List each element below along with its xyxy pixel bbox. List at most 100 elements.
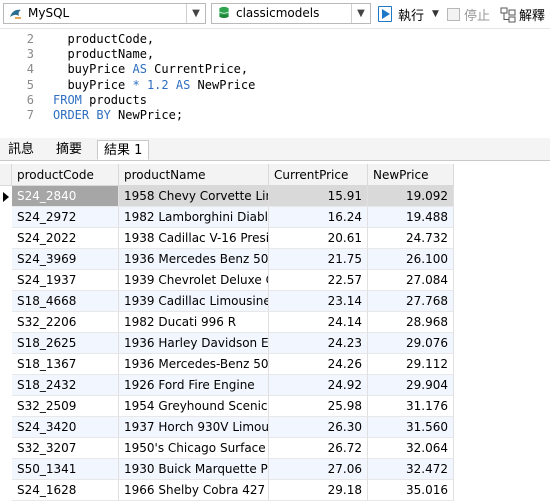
table-cell[interactable]: 29.112 [368,354,454,375]
tab-messages[interactable]: 訊息 [2,140,40,160]
table-cell[interactable]: S24_1937 [12,270,119,291]
row-indicator[interactable] [0,438,12,459]
column-header-newprice[interactable]: NewPrice [368,164,454,186]
table-cell[interactable]: S24_3420 [12,417,119,438]
table-cell[interactable]: 1958 Chevy Corvette Limited Edition [119,186,269,207]
table-cell[interactable]: 19.488 [368,207,454,228]
tab-result-1[interactable]: 結果 1 [97,140,150,160]
table-cell[interactable]: 1939 Cadillac Limousine [119,291,269,312]
row-indicator[interactable] [0,333,12,354]
line-number: 7 [26,108,34,122]
table-cell[interactable]: 26.30 [269,417,368,438]
table-cell[interactable]: 1954 Greyhound Scenicruiser [119,396,269,417]
explain-label: 解釋 [519,9,546,24]
table-cell[interactable]: S24_2022 [12,228,119,249]
table-cell[interactable]: 1926 Ford Fire Engine [119,375,269,396]
table-cell[interactable]: S32_2509 [12,396,119,417]
table-cell[interactable]: S32_3207 [12,438,119,459]
tab-label: 摘要 [56,142,83,157]
row-indicator[interactable] [0,417,12,438]
sql-editor[interactable]: 2 productCode, 3 productName, 4 buyPrice A… [0,29,550,135]
row-indicator[interactable] [0,354,12,375]
tab-summary[interactable]: 摘要 [50,140,88,160]
table-cell[interactable]: 31.176 [368,396,454,417]
table-cell[interactable]: S18_2625 [12,333,119,354]
table-cell[interactable]: 24.26 [269,354,368,375]
row-indicator[interactable] [0,270,12,291]
table-cell[interactable]: 1938 Cadillac V-16 Presidential Limousin… [119,228,269,249]
table-cell[interactable]: 1982 Lamborghini Diablo [119,207,269,228]
table-cell[interactable]: 1966 Shelby Cobra 427 S/C [119,480,269,501]
table-cell[interactable]: 19.092 [368,186,454,207]
table-cell[interactable]: 20.61 [269,228,368,249]
explain-button[interactable]: 解釋 [500,5,545,24]
table-cell[interactable]: 23.14 [269,291,368,312]
table-cell[interactable]: S24_2840 [12,186,119,207]
column-header-productcode[interactable]: productCode [12,164,119,186]
line-number: 5 [26,77,34,92]
column-header-productname[interactable]: productName [119,164,269,186]
table-cell[interactable]: 15.91 [269,186,368,207]
row-indicator[interactable] [0,459,12,480]
table-cell[interactable]: 29.076 [368,333,454,354]
table-cell[interactable]: 22.57 [269,270,368,291]
table-cell[interactable]: 32.472 [368,459,454,480]
line-number: 4 [26,62,34,77]
table-cell[interactable]: 16.24 [269,207,368,228]
table-cell[interactable]: 27.06 [269,459,368,480]
row-indicator[interactable] [0,249,12,270]
table-cell[interactable]: 32.064 [368,438,454,459]
table-cell[interactable]: S32_2206 [12,312,119,333]
table-cell[interactable]: S24_3969 [12,249,119,270]
table-cell[interactable]: 26.100 [368,249,454,270]
line-number: 2 [26,32,34,46]
row-indicator[interactable] [0,396,12,417]
table-cell[interactable]: S18_1367 [12,354,119,375]
row-indicator[interactable] [0,186,12,207]
row-indicator[interactable] [0,312,12,333]
table-cell[interactable]: 1936 Harley Davidson El Knucklehead [119,333,269,354]
table-cell[interactable]: 24.23 [269,333,368,354]
table-cell[interactable]: S24_2972 [12,207,119,228]
table-cell[interactable]: 1936 Mercedes Benz 500k Roadster [119,249,269,270]
table-cell[interactable]: 35.016 [368,480,454,501]
table-cell[interactable]: 24.14 [269,312,368,333]
stop-button[interactable]: 停止 [447,5,490,24]
table-cell[interactable]: 28.968 [368,312,454,333]
chevron-down-icon[interactable]: ▼ [351,4,370,23]
table-cell[interactable]: S18_4668 [12,291,119,312]
table-cell[interactable]: 1939 Chevrolet Deluxe Coupe [119,270,269,291]
table-cell[interactable]: 26.72 [269,438,368,459]
chevron-down-icon[interactable]: ▼ [186,4,205,23]
caret-down-icon[interactable]: ▼ [432,9,439,19]
row-indicator[interactable] [0,375,12,396]
line-number: 6 [26,92,34,107]
table-cell[interactable]: 1936 Mercedes-Benz 500K Special Roadster [119,354,269,375]
run-button[interactable]: 執行 ▼ [378,4,439,24]
table-cell[interactable]: 27.084 [368,270,454,291]
table-cell[interactable]: 1982 Ducati 996 R [119,312,269,333]
table-cell[interactable]: 21.75 [269,249,368,270]
row-indicator[interactable] [0,228,12,249]
table-cell[interactable]: 1937 Horch 930V Limousine [119,417,269,438]
column-header-currentprice[interactable]: CurrentPrice [269,164,368,186]
tab-label: 訊息 [8,142,35,157]
table-cell[interactable]: 29.904 [368,375,454,396]
table-cell[interactable]: 24.732 [368,228,454,249]
row-indicator[interactable] [0,480,12,501]
row-indicator[interactable] [0,207,12,228]
table-cell[interactable]: 25.98 [269,396,368,417]
table-cell[interactable]: S18_2432 [12,375,119,396]
table-cell[interactable]: 27.768 [368,291,454,312]
table-cell[interactable]: 29.18 [269,480,368,501]
table-cell[interactable]: 24.92 [269,375,368,396]
table-cell[interactable]: 1950's Chicago Surface Lines Streetcar [119,438,269,459]
database-select[interactable]: classicmodels ▼ [211,3,371,24]
table-cell[interactable]: S50_1341 [12,459,119,480]
connection-select[interactable]: MySQL ▼ [3,3,206,24]
table-cell[interactable]: 1930 Buick Marquette Phaeton [119,459,269,480]
table-cell[interactable]: 31.560 [368,417,454,438]
table-cell[interactable]: S24_1628 [12,480,119,501]
result-tabs: 訊息 摘要 結果 1 [0,138,550,161]
row-indicator[interactable] [0,291,12,312]
